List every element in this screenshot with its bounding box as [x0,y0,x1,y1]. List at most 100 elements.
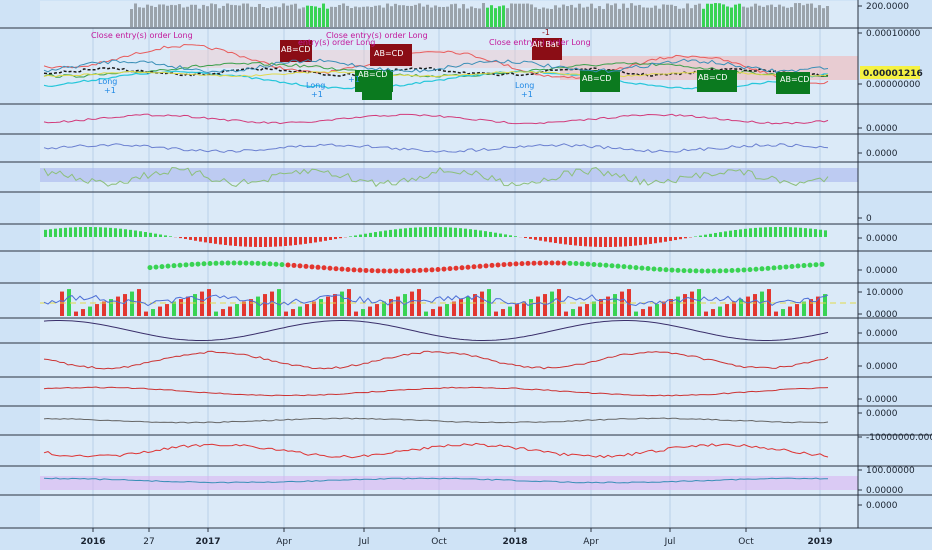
volume-bar [154,7,157,27]
histogram-bar [274,237,277,247]
dot-marker [765,265,771,271]
dot-marker [249,260,255,266]
histogram-bar [59,228,62,237]
time-tick-label: Apr [583,537,599,547]
volume-bar [538,8,541,27]
volume-bar [374,5,377,27]
volume-bar [602,8,605,27]
histogram-bar [439,227,442,237]
histogram-bar [549,237,552,243]
volume-bar [622,3,625,28]
histogram-bar [795,304,799,316]
histogram-bar [186,296,190,316]
histogram-bar [149,232,152,237]
volume-bar [694,4,697,27]
histogram-bar [102,301,106,316]
price-annotation: Long [98,77,117,86]
histogram-bar [734,229,737,237]
volume-bar [270,7,273,27]
histogram-bar [69,227,72,237]
dot-marker [483,263,489,269]
volume-bar [202,4,205,28]
volume-bar [414,4,417,27]
histogram-bar [165,304,169,316]
histogram-bar [569,237,572,245]
histogram-bar [454,227,457,237]
price-axis-label: 0.0000 [866,409,898,419]
histogram-bar [704,311,708,316]
volume-bar [462,4,465,28]
dot-marker [357,267,363,273]
volume-bar [214,4,217,27]
volume-bar [742,6,745,28]
histogram-bar [382,301,386,316]
dot-marker [495,262,501,268]
volume-bar [730,7,733,28]
dot-marker [291,262,297,268]
dot-marker [657,266,663,272]
dot-marker [171,263,177,269]
dot-marker [231,260,237,266]
volume-bar [662,4,665,27]
volume-bar [630,3,633,28]
dot-marker [783,264,789,270]
volume-bar [778,4,781,28]
volume-bar [422,6,425,28]
indicator-band [40,168,858,182]
volume-bar [482,3,485,27]
histogram-bar [424,227,427,237]
histogram-bar [594,237,597,247]
histogram-bar [81,309,85,316]
histogram-bar [469,229,472,237]
dot-marker [153,264,159,270]
dot-marker [777,264,783,270]
volume-bar [522,3,525,27]
histogram-bar [339,237,342,239]
dot-marker [519,261,525,267]
trading-chart[interactable]: Close entry(s) order LongLong+1AB=CDClos… [0,0,932,550]
dot-marker [243,260,249,266]
price-annotation: +1 [521,90,533,99]
histogram-bar [94,227,97,237]
histogram-bar [319,299,323,316]
volume-bar [614,3,617,27]
dot-marker [213,260,219,266]
histogram-bar [74,311,78,316]
volume-bar [790,7,793,27]
dot-marker [633,265,639,271]
time-tick-label: 2018 [502,537,527,547]
volume-bar [326,8,329,27]
dot-marker [747,267,753,273]
histogram-bar [54,228,57,237]
histogram-bar [739,229,742,237]
histogram-bar [116,296,120,316]
dot-marker [441,266,447,272]
histogram-bar [74,227,77,237]
volume-bar [302,7,305,28]
volume-bar [478,8,481,27]
volume-bar [594,8,597,27]
volume-bar [574,7,577,27]
histogram-bar [264,237,267,247]
volume-bar [606,3,609,28]
price-annotation: Close entry(s) order Long [91,31,193,40]
histogram-bar [438,306,442,316]
volume-bar [406,5,409,28]
histogram-bar [749,228,752,237]
dot-marker [309,264,315,270]
histogram-bar [368,306,372,316]
histogram-bar [204,237,207,243]
histogram-bar [88,306,92,316]
price-annotation: AB=CD [358,70,387,79]
volume-bar [698,3,701,27]
price-annotation: Long [515,81,534,90]
histogram-bar [379,231,382,237]
dot-marker [753,266,759,272]
volume-bar [562,4,565,28]
histogram-bar [184,237,187,240]
dot-marker [771,265,777,271]
histogram-bar [326,296,330,316]
volume-bar [490,5,493,28]
dot-marker [525,260,531,266]
histogram-bar [298,306,302,316]
